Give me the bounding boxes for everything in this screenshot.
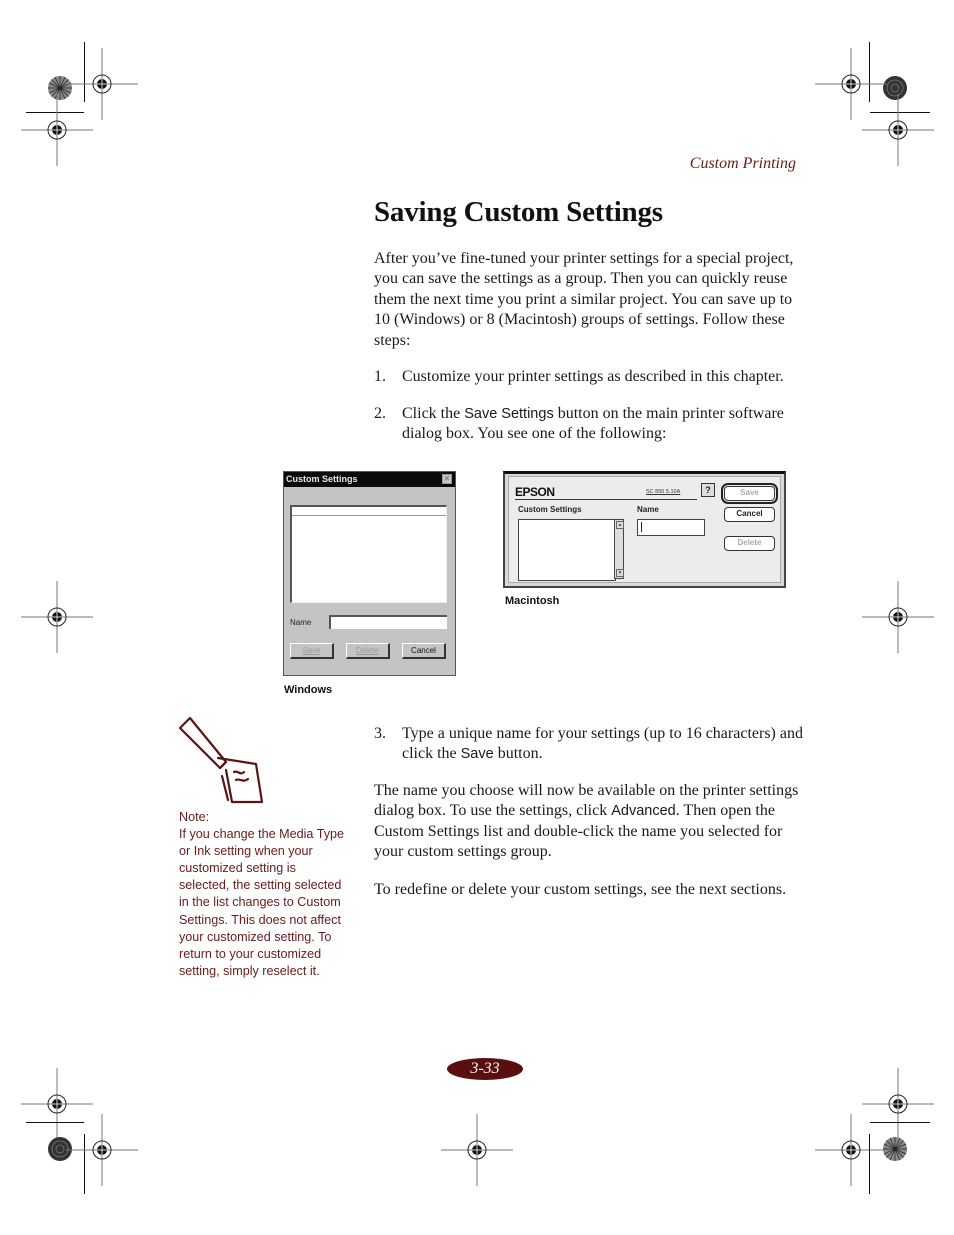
note-box: Note: If you change the Media Type or In… bbox=[179, 809, 344, 980]
name-label: Name bbox=[290, 618, 312, 627]
step-text-part: Click the bbox=[402, 405, 465, 422]
registration-mark-icon bbox=[860, 92, 936, 168]
windows-caption: Windows bbox=[284, 684, 333, 696]
delete-button[interactable]: Delete bbox=[724, 536, 775, 551]
text-caret bbox=[641, 522, 642, 532]
step-text: Customize your printer settings as descr… bbox=[402, 368, 784, 385]
usage-paragraph: The name you choose will now be availabl… bbox=[374, 781, 804, 863]
step-text: Click the Save Settings button on the ma… bbox=[402, 404, 804, 445]
note-pen-icon bbox=[176, 714, 272, 810]
divider bbox=[515, 499, 697, 500]
save-button[interactable]: Save bbox=[290, 643, 334, 659]
scroll-down-icon[interactable]: ▼ bbox=[616, 569, 624, 577]
custom-settings-list[interactable] bbox=[518, 519, 616, 581]
name-input[interactable] bbox=[637, 519, 705, 536]
delete-button[interactable]: Delete bbox=[346, 643, 390, 659]
name-input[interactable] bbox=[329, 615, 447, 629]
registration-mark-icon bbox=[813, 1112, 889, 1188]
macintosh-caption: Macintosh bbox=[505, 595, 560, 607]
intro-paragraph: After you’ve fine-tuned your printer set… bbox=[374, 250, 794, 349]
step-1: 1. Customize your printer settings as de… bbox=[374, 367, 804, 387]
name-label: Name bbox=[637, 505, 659, 514]
registration-mark-icon bbox=[439, 1112, 515, 1188]
list-item[interactable] bbox=[292, 507, 446, 516]
cancel-button[interactable]: Cancel bbox=[402, 643, 446, 659]
step-text-part: button. bbox=[493, 745, 543, 763]
custom-settings-label: Custom Settings bbox=[518, 505, 582, 514]
scroll-up-icon[interactable]: ▲ bbox=[616, 521, 624, 529]
custom-settings-list[interactable] bbox=[290, 505, 447, 603]
star-target-icon bbox=[882, 1136, 908, 1162]
registration-mark-icon bbox=[860, 579, 936, 655]
step-number: 3. bbox=[374, 725, 386, 742]
step-number: 2. bbox=[374, 405, 386, 422]
registration-mark-icon bbox=[19, 92, 95, 168]
ui-term-save: Save bbox=[460, 746, 494, 763]
save-button[interactable]: Save bbox=[721, 483, 778, 504]
page-title: Saving Custom Settings bbox=[374, 196, 663, 228]
dialog-body: EPSON SC 850 5.10A ? Custom Settings Nam… bbox=[508, 476, 781, 583]
driver-version: SC 850 5.10A bbox=[646, 489, 681, 495]
close-icon[interactable]: × bbox=[442, 474, 452, 484]
registration-mark-icon bbox=[19, 579, 95, 655]
note-body: If you change the Media Type or Ink sett… bbox=[179, 827, 344, 978]
page-number: 3-33 bbox=[447, 1058, 523, 1080]
running-head: Custom Printing bbox=[689, 155, 796, 172]
list-scrollbar[interactable]: ▲ ▼ bbox=[614, 519, 624, 579]
note-heading: Note: bbox=[179, 810, 210, 824]
closing-paragraph: To redefine or delete your custom settin… bbox=[374, 881, 787, 898]
cancel-button[interactable]: Cancel bbox=[724, 507, 775, 522]
step-text: Type a unique name for your settings (up… bbox=[402, 724, 804, 765]
ui-term-advanced: Advanced bbox=[611, 803, 676, 820]
dialog-titlebar: Custom Settings × bbox=[284, 472, 455, 487]
ui-term-save-settings: Save Settings bbox=[464, 406, 554, 422]
step-3: 3. Type a unique name for your settings … bbox=[374, 724, 804, 765]
registration-mark-icon bbox=[64, 1112, 140, 1188]
crop-line bbox=[869, 1134, 870, 1194]
macintosh-custom-settings-dialog: EPSON SC 850 5.10A ? Custom Settings Nam… bbox=[503, 471, 786, 588]
step-number: 1. bbox=[374, 368, 386, 385]
help-icon[interactable]: ? bbox=[701, 483, 715, 497]
dialog-title: Custom Settings bbox=[286, 474, 358, 484]
epson-logo: EPSON bbox=[515, 485, 555, 499]
step-2: 2. Click the Save Settings button on the… bbox=[374, 404, 804, 445]
windows-custom-settings-dialog: Custom Settings × Name Save Delete Cance… bbox=[283, 471, 456, 676]
